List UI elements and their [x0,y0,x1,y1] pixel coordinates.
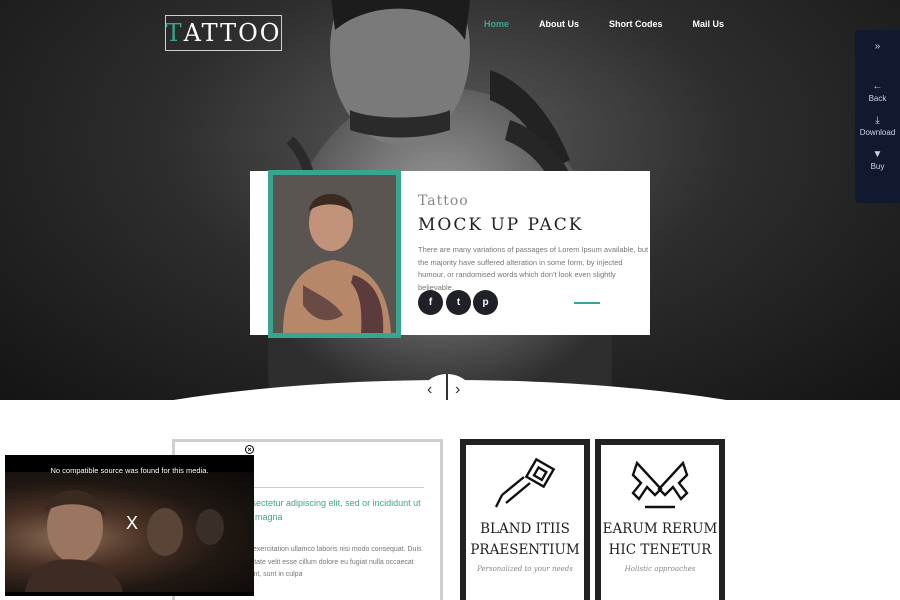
hero-text: There are many variations of passages of… [418,245,649,292]
service-subtitle: Personalized to your needs [477,565,573,573]
video-x-icon[interactable]: X [126,513,138,534]
side-back-label: Back [868,94,887,103]
twitter-icon[interactable]: t [446,290,471,315]
nav-about-us[interactable]: About Us [539,19,579,29]
side-buy-button[interactable]: ▼ Buy [855,149,900,172]
cart-icon: ▼ [872,149,883,160]
tattooed-man-photo [273,175,396,333]
tattoo-machine-icon [494,457,556,508]
nav-mail-us[interactable]: Mail Us [693,19,725,29]
logo-mark: T [165,19,184,47]
main-nav: Home About Us Short Codes Mail Us [484,19,724,29]
service-title-line: PRAESENTIUM [470,542,580,558]
hero-section: T ATTOO Home About Us Short Codes Mail Us… [0,0,900,400]
side-buy-label: Buy [870,162,885,171]
download-icon: ⤓ [875,115,880,126]
hero-card-photo [268,170,401,338]
site-logo[interactable]: T ATTOO [165,15,282,51]
hero-title: MOCK UP PACK [418,215,584,235]
service-card[interactable]: EARUM RERUM HIC TENETUR Holistic approac… [595,439,725,600]
service-subtitle: Holistic approaches [624,565,696,573]
double-chevron-right-icon[interactable]: » [855,42,900,54]
side-download-label: Download [859,128,896,137]
nav-home[interactable]: Home [484,19,509,29]
close-icon[interactable]: × [245,445,254,454]
crossed-tattoo-guns-icon [631,460,689,509]
hero-kicker: Tattoo [418,193,469,209]
logo-text: ATTOO [183,19,282,47]
arrow-left-icon: ← [872,81,883,92]
page: T ATTOO Home About Us Short Codes Mail Us… [0,0,900,600]
nav-short-codes[interactable]: Short Codes [609,19,663,29]
video-player[interactable]: No compatible source was found for this … [5,455,254,596]
service-title: EARUM RERUM HIC TENETUR [601,519,719,561]
next-arrow-icon[interactable]: › [455,382,460,398]
video-error-message: No compatible source was found for this … [50,466,209,475]
hero-accent-line [574,302,600,304]
service-title: BLAND ITIIS PRAESENTIUM [466,519,584,561]
slider-divider [446,374,448,400]
side-download-button[interactable]: ⤓ Download [855,115,900,138]
pinterest-icon[interactable]: p [473,290,498,315]
prev-arrow-icon[interactable]: ‹ [427,382,432,398]
facebook-icon[interactable]: f [418,290,443,315]
service-title-line: HIC TENETUR [608,542,712,558]
side-panel: » ← Back ⤓ Download ▼ Buy [855,30,900,203]
service-title-line: BLAND ITIIS [480,521,570,537]
service-title-line: EARUM RERUM [602,521,718,537]
service-card[interactable]: BLAND ITIIS PRAESENTIUM Personalized to … [460,439,590,600]
side-back-button[interactable]: ← Back [855,81,900,104]
